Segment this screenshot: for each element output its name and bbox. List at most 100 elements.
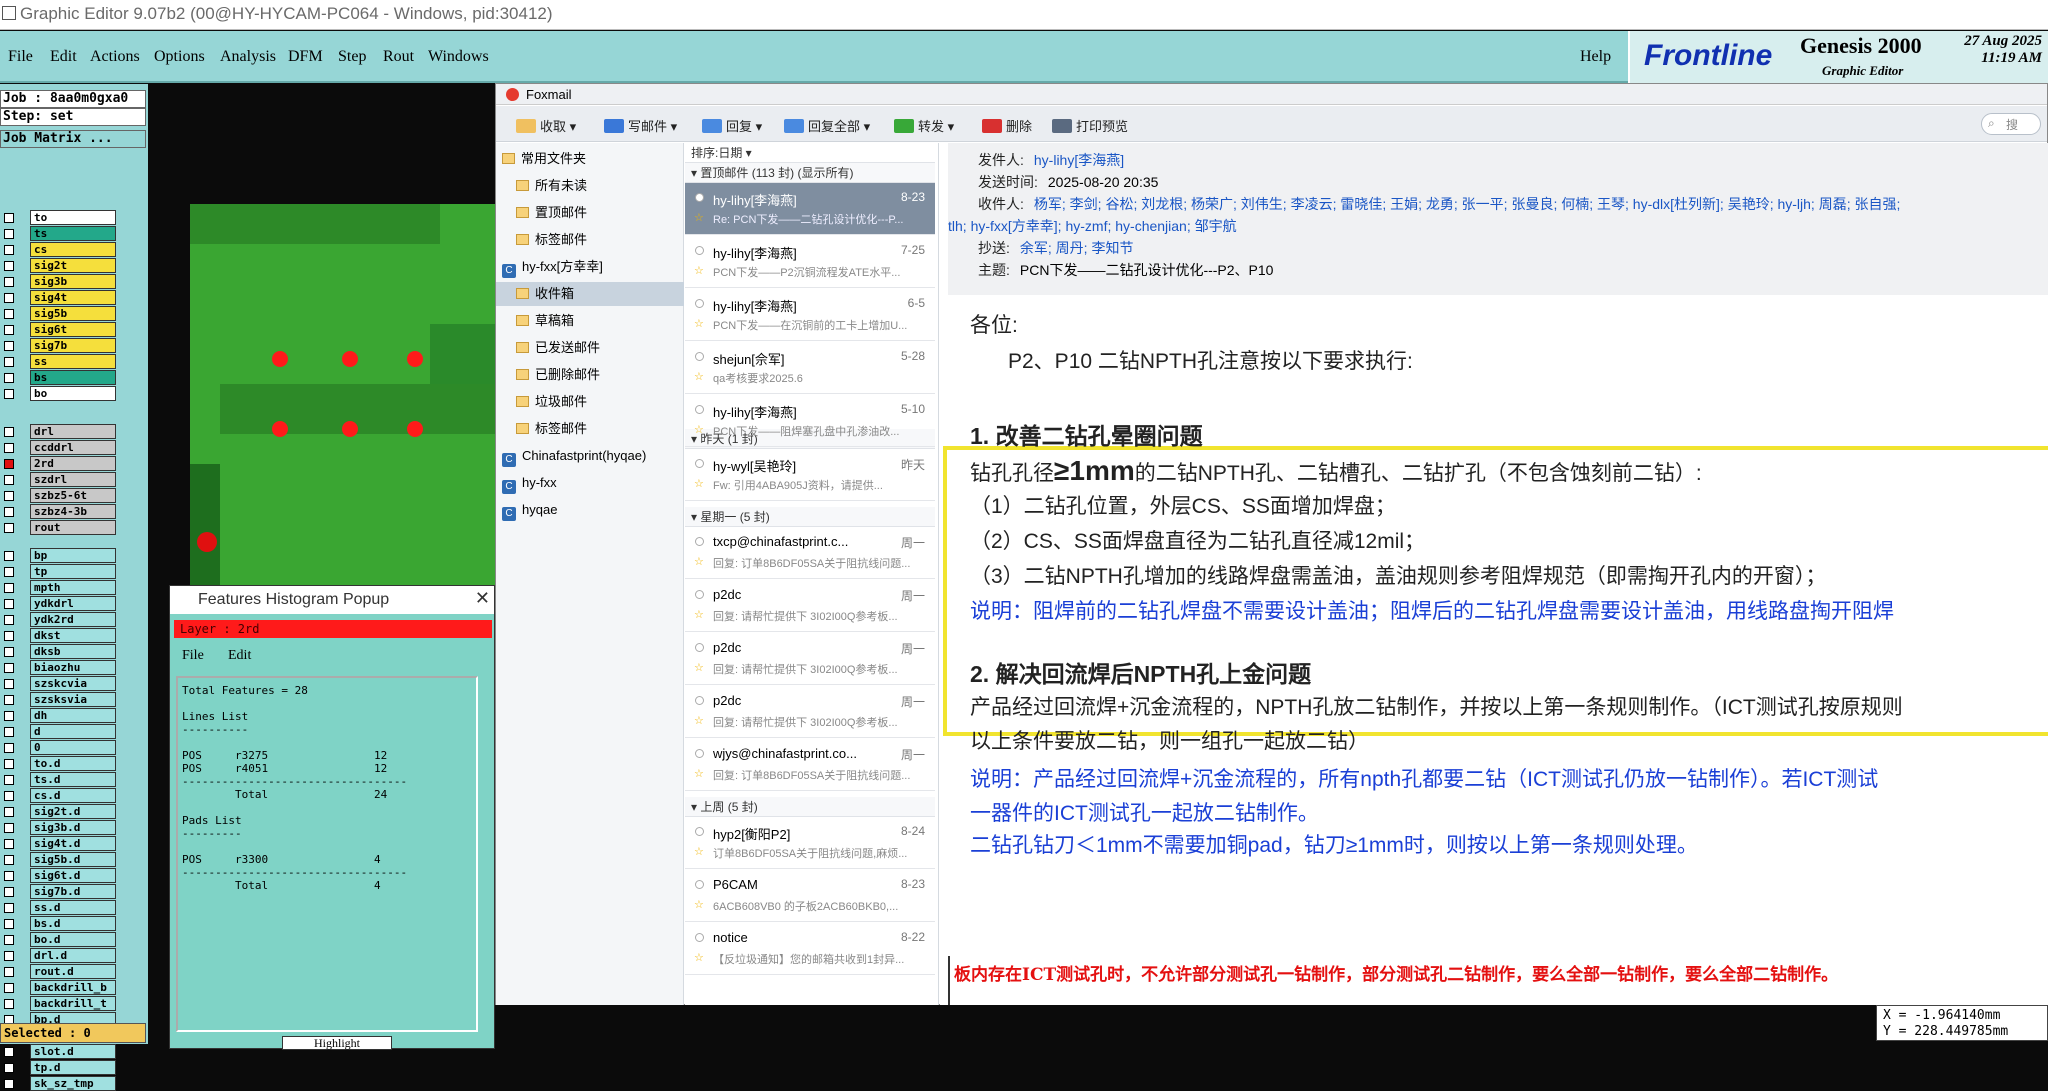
layer-checkbox[interactable]: [4, 229, 14, 239]
layer-row-backdrill_t[interactable]: backdrill_t: [0, 996, 146, 1011]
layer-row-sig5b.d[interactable]: sig5b.d: [0, 852, 146, 867]
layer-checkbox[interactable]: [4, 261, 14, 271]
layer-row-cs[interactable]: cs: [0, 242, 146, 257]
mail-item[interactable]: ☆ hy-lihy[李海燕] 7-25 PCN下发——P2沉铜流程发ATE水平...: [685, 236, 935, 288]
group-pinned[interactable]: ▾ 置顶邮件 (113 封) (显示所有): [685, 163, 935, 183]
layer-name[interactable]: ydk2rd: [30, 612, 116, 627]
layer-name[interactable]: sig2t: [30, 258, 116, 273]
layer-name[interactable]: 2rd: [30, 456, 116, 471]
folder-item[interactable]: Chy-fxx[方幸幸]: [496, 255, 684, 279]
layer-name[interactable]: 0: [30, 740, 116, 755]
layer-name[interactable]: szdrl: [30, 472, 116, 487]
receive-button[interactable]: 收取 ▾: [516, 116, 576, 135]
layer-row-cs.d[interactable]: cs.d: [0, 788, 146, 803]
layer-checkbox[interactable]: [4, 999, 14, 1009]
layer-name[interactable]: ts: [30, 226, 116, 241]
menu-dfm[interactable]: DFM: [288, 48, 323, 66]
menu-options[interactable]: Options: [154, 48, 205, 66]
layer-checkbox[interactable]: [4, 855, 14, 865]
folder-item[interactable]: 常用文件夹: [496, 147, 684, 171]
mail-item[interactable]: ☆ shejun[佘军] 5-28 qa考核要求2025.6: [685, 342, 935, 394]
layer-checkbox[interactable]: [4, 373, 14, 383]
layer-name[interactable]: sig4t: [30, 290, 116, 305]
layer-row-ts[interactable]: ts: [0, 226, 146, 241]
layer-checkbox[interactable]: [4, 551, 14, 561]
folder-item[interactable]: 收件箱: [496, 282, 684, 306]
layer-checkbox[interactable]: [4, 245, 14, 255]
layer-row-0[interactable]: 0: [0, 740, 146, 755]
mail-item[interactable]: ☆ hy-wyl[吴艳玲] 昨天 Fw: 引用4ABA905J资料，请提供...: [685, 449, 935, 501]
unread-dot-icon[interactable]: [695, 459, 704, 468]
layer-checkbox[interactable]: [4, 919, 14, 929]
mail-item[interactable]: ☆ P6CAM 8-23 6ACB608VB0 的子板2ACB60BKB0,...: [685, 870, 935, 922]
highlight-button[interactable]: Highlight: [282, 1036, 392, 1050]
layer-name[interactable]: bo: [30, 386, 116, 401]
layer-checkbox[interactable]: [4, 599, 14, 609]
unread-dot-icon[interactable]: [695, 193, 704, 202]
layer-name[interactable]: szbz5-6t: [30, 488, 116, 503]
layer-name[interactable]: bo.d: [30, 932, 116, 947]
layer-name[interactable]: ss: [30, 354, 116, 369]
layer-row-sig5b[interactable]: sig5b: [0, 306, 146, 321]
layer-row-szdrl[interactable]: szdrl: [0, 472, 146, 487]
unread-dot-icon[interactable]: [695, 590, 704, 599]
layer-name[interactable]: d: [30, 724, 116, 739]
print-preview-button[interactable]: 打印预览: [1052, 116, 1128, 135]
star-icon[interactable]: ☆: [694, 423, 704, 436]
mail-item[interactable]: ☆ hyp2[衡阳P2] 8-24 订单8B6DF05SA关于阻抗线问题,麻烦...: [685, 817, 935, 869]
layer-checkbox[interactable]: [4, 341, 14, 351]
layer-row-szskcvia[interactable]: szskcvia: [0, 676, 146, 691]
unread-dot-icon[interactable]: [695, 352, 704, 361]
layer-checkbox[interactable]: [4, 775, 14, 785]
layer-name[interactable]: dkst: [30, 628, 116, 643]
layer-row-bs.d[interactable]: bs.d: [0, 916, 146, 931]
mail-item[interactable]: ☆ p2dc 周一 回复: 请帮忙提供下 3I02I00Q参考板...: [685, 686, 935, 738]
layer-row-tp[interactable]: tp: [0, 564, 146, 579]
layer-name[interactable]: ydkdrl: [30, 596, 116, 611]
star-icon[interactable]: ☆: [694, 555, 704, 568]
forward-button[interactable]: 转发 ▾: [894, 116, 954, 135]
layer-row-dh[interactable]: dh: [0, 708, 146, 723]
layer-name[interactable]: dh: [30, 708, 116, 723]
star-icon[interactable]: ☆: [694, 845, 704, 858]
layer-row-2rd[interactable]: 2rd: [0, 456, 146, 471]
search-input[interactable]: ⌕ 搜: [1981, 113, 2041, 135]
layer-name[interactable]: tp.d: [30, 1060, 116, 1075]
layer-row-sig2t.d[interactable]: sig2t.d: [0, 804, 146, 819]
layer-name[interactable]: slot.d: [30, 1044, 116, 1059]
layer-checkbox[interactable]: [4, 443, 14, 453]
layer-checkbox[interactable]: [4, 583, 14, 593]
star-icon[interactable]: ☆: [694, 714, 704, 727]
layer-row-sig2t[interactable]: sig2t: [0, 258, 146, 273]
layer-checkbox[interactable]: [4, 759, 14, 769]
layer-checkbox[interactable]: [4, 357, 14, 367]
compose-button[interactable]: 写邮件 ▾: [604, 116, 677, 135]
layer-row-rout[interactable]: rout: [0, 520, 146, 535]
layer-row-drl.d[interactable]: drl.d: [0, 948, 146, 963]
layer-row-ydk2rd[interactable]: ydk2rd: [0, 612, 146, 627]
reply-all-button[interactable]: 回复全部 ▾: [784, 116, 870, 135]
layer-name[interactable]: backdrill_b: [30, 980, 116, 995]
group-monday[interactable]: ▾ 星期一 (5 封): [685, 507, 935, 527]
layer-checkbox[interactable]: [4, 871, 14, 881]
layer-row-tp.d[interactable]: tp.d: [0, 1060, 146, 1075]
layer-row-d[interactable]: d: [0, 724, 146, 739]
layer-checkbox[interactable]: [4, 663, 14, 673]
layer-row-sig4t[interactable]: sig4t: [0, 290, 146, 305]
layer-row-szbz5-6t[interactable]: szbz5-6t: [0, 488, 146, 503]
layer-name[interactable]: ccddrl: [30, 440, 116, 455]
star-icon[interactable]: ☆: [694, 608, 704, 621]
menu-actions[interactable]: Actions: [90, 48, 140, 66]
layer-name[interactable]: sig3b: [30, 274, 116, 289]
job-matrix-button[interactable]: Job Matrix ...: [0, 130, 146, 148]
folder-item[interactable]: 标签邮件: [496, 417, 684, 441]
layer-name[interactable]: sig6t.d: [30, 868, 116, 883]
layer-name[interactable]: rout.d: [30, 964, 116, 979]
layer-name[interactable]: ss.d: [30, 900, 116, 915]
layer-name[interactable]: szbz4-3b: [30, 504, 116, 519]
star-icon[interactable]: ☆: [694, 370, 704, 383]
star-icon[interactable]: ☆: [694, 477, 704, 490]
star-icon[interactable]: ☆: [694, 767, 704, 780]
layer-row-to.d[interactable]: to.d: [0, 756, 146, 771]
layer-row-sig3b[interactable]: sig3b: [0, 274, 146, 289]
